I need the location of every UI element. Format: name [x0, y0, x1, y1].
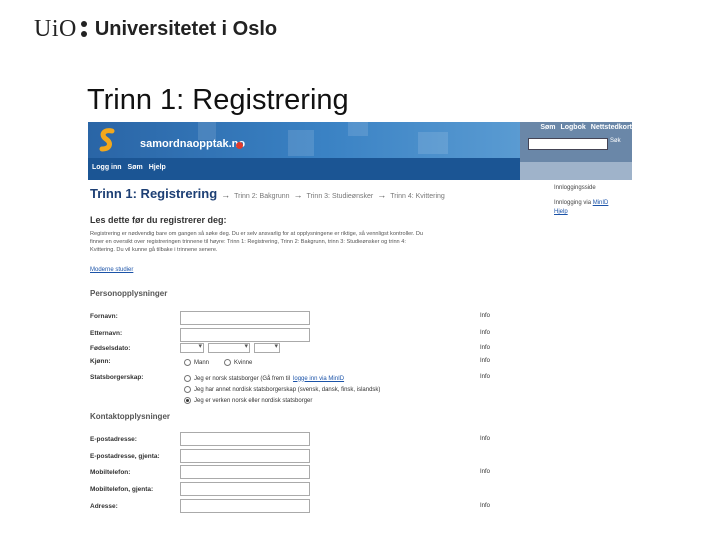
embedded-screenshot: samordnaopptak.no Søm Logbok Nettstedkor…	[88, 122, 632, 520]
logo-university-name: Universitetet i Oslo	[94, 17, 278, 40]
label-epost-gjenta: E-postadresse, gjenta:	[90, 453, 160, 460]
radio-norsk[interactable]: Jeg er norsk statsborger (Gå frem til log…	[184, 375, 344, 382]
input-adresse[interactable]	[180, 499, 310, 513]
radio-icon	[184, 375, 191, 382]
info-link[interactable]: Info	[480, 469, 490, 475]
navbar-right-strip	[520, 162, 632, 180]
arrow-icon: →	[293, 190, 303, 200]
info-link[interactable]: Info	[480, 374, 490, 380]
input-epost[interactable]	[180, 432, 310, 446]
radio-annet[interactable]: Jeg er verken norsk eller nordisk statsb…	[184, 397, 312, 404]
select-year[interactable]	[254, 342, 280, 353]
banner-red-dot-icon	[236, 142, 243, 149]
sidebar-minid-link[interactable]: MinID	[593, 200, 609, 206]
slide-title: Trinn 1: Registrering	[87, 84, 349, 116]
logo-uio-text: UiO	[34, 15, 77, 42]
sidebar-line: Innlogging via	[554, 200, 592, 206]
label-fornavn: Fornavn:	[90, 313, 118, 320]
step-active: Trinn 1: Registrering	[90, 186, 218, 201]
section-personal: Personopplysninger	[90, 289, 168, 298]
top-link-nettstedkort[interactable]: Nettstedkort	[591, 124, 632, 131]
label-etternavn: Etternavn:	[90, 330, 123, 337]
input-etternavn[interactable]	[180, 328, 310, 342]
input-mobil[interactable]	[180, 465, 310, 479]
sidebar-line: Innloggingsside	[554, 185, 596, 191]
section-contact: Kontaktopplysninger	[90, 412, 171, 421]
info-link[interactable]: Info	[480, 436, 490, 442]
info-link[interactable]: Info	[480, 345, 490, 351]
radio-icon	[184, 359, 191, 366]
label-mobil: Mobiltelefon:	[90, 469, 131, 476]
radio-selected-icon	[184, 397, 191, 404]
radio-icon	[224, 359, 231, 366]
nav-logg-inn[interactable]: Logg inn	[92, 164, 122, 171]
label-statsborger: Statsborgerskap:	[90, 374, 144, 381]
input-fornavn[interactable]	[180, 311, 310, 325]
arrow-icon: →	[377, 190, 387, 200]
select-month[interactable]	[208, 342, 250, 353]
top-link-logbok[interactable]: Logbok	[560, 124, 585, 131]
banner-site-name: samordnaopptak.no	[140, 138, 246, 150]
site-search-button[interactable]: Søk	[610, 138, 621, 144]
site-banner: samordnaopptak.no	[88, 122, 520, 158]
input-mobil-gjenta[interactable]	[180, 482, 310, 496]
radio-mann[interactable]: Mann	[184, 359, 209, 366]
label-adresse: Adresse:	[90, 503, 118, 510]
top-links: Søm Logbok Nettstedkort	[540, 124, 632, 131]
site-navbar: Logg inn Søm Hjelp	[88, 158, 520, 180]
label-fodselsdato: Fødselsdato:	[90, 345, 131, 352]
uio-logo: UiO Universitetet i Oslo	[34, 16, 277, 42]
info-link[interactable]: Info	[480, 313, 490, 319]
radio-icon	[184, 386, 191, 393]
info-link[interactable]: Info	[480, 358, 490, 364]
intro-text: Registrering er nødvendig bare om gangen…	[90, 231, 424, 253]
label-epost: E-postadresse:	[90, 436, 137, 443]
sidebar-help-link[interactable]: Hjelp	[554, 209, 568, 215]
radio-nordisk[interactable]: Jeg har annet nordisk statsborgerskap (s…	[184, 386, 380, 393]
step-2[interactable]: Trinn 2: Bakgrunn	[234, 193, 289, 200]
arrow-icon: →	[221, 190, 231, 200]
top-link-som[interactable]: Søm	[540, 124, 555, 131]
step-4[interactable]: Trinn 4: Kvittering	[390, 193, 445, 200]
intro-link[interactable]: Moderne studier	[90, 267, 133, 273]
site-search-input[interactable]	[528, 138, 608, 150]
intro-heading: Les dette før du registrerer deg:	[90, 215, 227, 225]
input-epost-gjenta[interactable]	[180, 449, 310, 463]
select-day[interactable]	[180, 342, 204, 353]
info-link[interactable]: Info	[480, 330, 490, 336]
label-mobil-gjenta: Mobiltelefon, gjenta:	[90, 486, 154, 493]
info-link[interactable]: Info	[480, 503, 490, 509]
sidebar-links: Innloggingsside Innlogging via MinID Hje…	[554, 184, 632, 217]
radio-kvinne[interactable]: Kvinne	[224, 359, 252, 366]
logo-dots-icon	[80, 21, 87, 37]
samordna-logo-icon	[99, 128, 115, 152]
label-kjonn: Kjønn:	[90, 358, 111, 365]
nav-hjelp[interactable]: Hjelp	[149, 164, 166, 171]
minid-link[interactable]: logge inn via MinID	[293, 376, 344, 382]
step-indicator: Trinn 1: Registrering → Trinn 2: Bakgrun…	[90, 186, 445, 201]
step-3[interactable]: Trinn 3: Studieønsker	[307, 193, 374, 200]
nav-som[interactable]: Søm	[128, 164, 143, 171]
